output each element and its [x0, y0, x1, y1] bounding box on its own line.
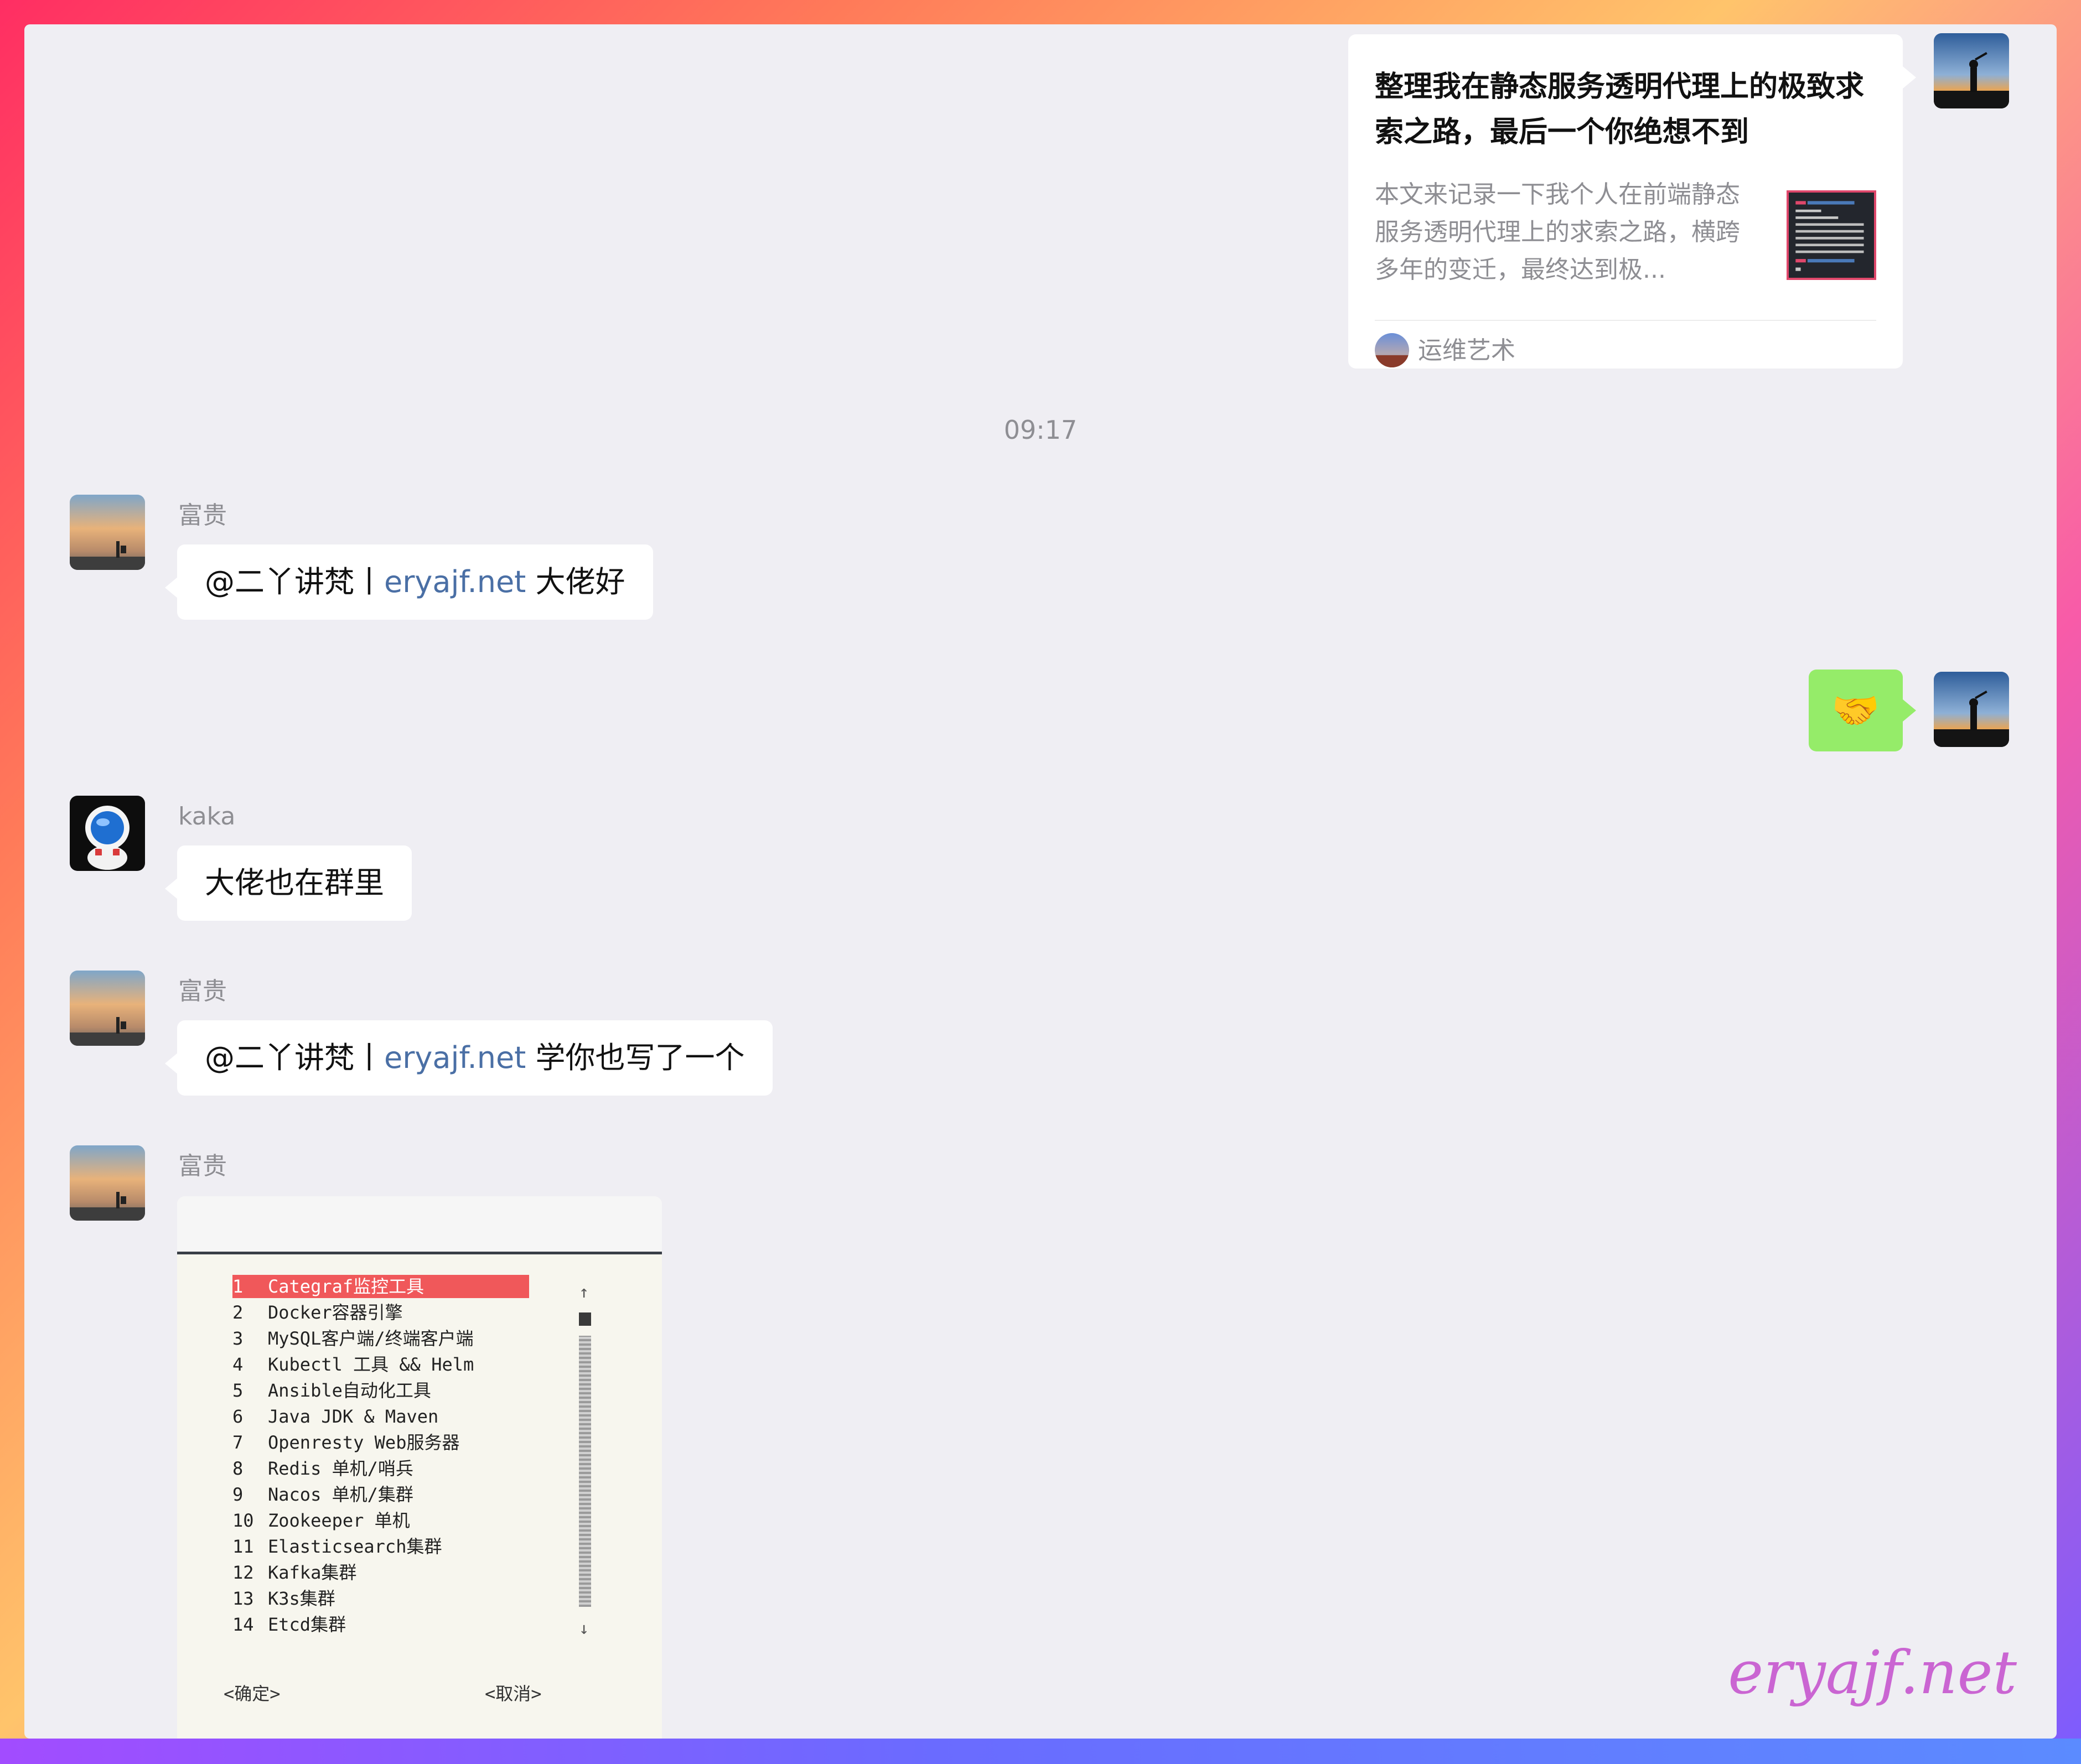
- watermark: eryajf.net: [1728, 1638, 2017, 1708]
- mention-text: @二丫讲梵丨: [205, 564, 384, 599]
- menu-item-label: Openresty Web服务器: [268, 1432, 460, 1453]
- menu-item-number: 10: [232, 1510, 254, 1531]
- article-card[interactable]: 整理我在静态服务透明代理上的极致求索之路，最后一个你绝想不到 本文来记录一下我个…: [1348, 34, 1916, 369]
- menu-item[interactable]: 14 Etcd集群: [232, 1613, 346, 1636]
- menu-item-number: 4: [232, 1354, 244, 1375]
- menu-item-number: 3: [232, 1328, 244, 1349]
- timestamp: 09:17: [1003, 415, 1078, 445]
- menu-item[interactable]: 6 Java JDK & Maven: [232, 1405, 438, 1428]
- menu-item-number: 9: [232, 1484, 244, 1505]
- terminal-header-bar: [177, 1196, 662, 1254]
- message-text: 学你也写了一个: [526, 1040, 745, 1075]
- article-description: 本文来记录一下我个人在前端静态服务透明代理上的求索之路，横跨多年的变迁，最终达到…: [1375, 180, 1740, 284]
- menu-item-label: Kafka集群: [268, 1562, 357, 1583]
- sender-avatar-fugui[interactable]: [70, 495, 145, 570]
- sender-avatar-fugui[interactable]: [70, 971, 145, 1046]
- menu-item-number: 6: [232, 1406, 244, 1427]
- menu-item-label: Zookeeper 单机: [268, 1510, 410, 1531]
- menu-item-number: 12: [232, 1562, 254, 1583]
- menu-item[interactable]: 3 MySQL客户端/终端客户端: [232, 1327, 474, 1350]
- menu-item[interactable]: 10 Zookeeper 单机: [232, 1509, 410, 1532]
- scroll-thumb: [579, 1312, 591, 1326]
- menu-item-number: 11: [232, 1536, 254, 1557]
- source-avatar-icon: [1375, 333, 1409, 367]
- scroll-up-icon: ↑: [579, 1283, 589, 1302]
- desktop-background-band: [0, 1739, 2081, 1764]
- message-text: 大佬也在群里: [205, 865, 384, 900]
- article-thumbnail: [1787, 190, 1876, 280]
- menu-item[interactable]: 8 Redis 单机/哨兵: [232, 1457, 413, 1480]
- sender-name: 富贵: [178, 501, 227, 530]
- article-source-name: 运维艺术: [1418, 336, 1515, 365]
- scroll-down-icon: ↓: [579, 1619, 589, 1638]
- menu-item[interactable]: 2 Docker容器引擎: [232, 1301, 403, 1324]
- chat-window: 整理我在静态服务透明代理上的极致求索之路，最后一个你绝想不到 本文来记录一下我个…: [24, 24, 2057, 1739]
- menu-item-label: Ansible自动化工具: [268, 1380, 431, 1401]
- card-divider: [1375, 320, 1876, 321]
- menu-item-number: 1: [232, 1276, 244, 1297]
- menu-item-label: Nacos 单机/集群: [268, 1484, 413, 1505]
- self-avatar[interactable]: [1934, 33, 2009, 108]
- scroll-track: [579, 1336, 591, 1607]
- menu-item-label: Redis 单机/哨兵: [268, 1458, 413, 1479]
- ok-button[interactable]: <确定>: [224, 1680, 281, 1705]
- menu-item-label: Java JDK & Maven: [268, 1406, 439, 1427]
- message-text: 大佬好: [526, 564, 625, 599]
- menu-item-label: Elasticsearch集群: [268, 1536, 442, 1557]
- handshake-icon: 🤝: [1831, 687, 1880, 733]
- menu-item[interactable]: 4 Kubectl 工具 && Helm: [232, 1353, 474, 1376]
- sender-name: kaka: [178, 802, 236, 831]
- menu-item-number: 8: [232, 1458, 244, 1479]
- article-title: 整理我在静态服务透明代理上的极致求索之路，最后一个你绝想不到: [1375, 70, 1865, 149]
- menu-item-label: Categraf监控工具: [268, 1276, 425, 1297]
- menu-item[interactable]: 13 K3s集群: [232, 1587, 335, 1610]
- self-sticker-bubble[interactable]: 🤝: [1809, 670, 1916, 751]
- sender-name: 富贵: [178, 977, 227, 1005]
- message-bubble[interactable]: 大佬也在群里: [165, 845, 412, 921]
- message-bubble[interactable]: @二丫讲梵丨eryajf.net 大佬好: [165, 544, 653, 620]
- menu-item[interactable]: 5 Ansible自动化工具: [232, 1379, 431, 1402]
- menu-item-label: Etcd集群: [268, 1614, 346, 1635]
- menu-item[interactable]: 11 Elasticsearch集群: [232, 1535, 442, 1558]
- mention-text: @二丫讲梵丨: [205, 1040, 384, 1075]
- self-avatar[interactable]: [1934, 672, 2009, 747]
- menu-item-label: Docker容器引擎: [268, 1302, 403, 1323]
- menu-item[interactable]: 7 Openresty Web服务器: [232, 1431, 459, 1454]
- cancel-button[interactable]: <取消>: [485, 1680, 542, 1705]
- menu-item-number: 7: [232, 1432, 244, 1453]
- menu-item-number: 13: [232, 1588, 254, 1609]
- menu-item-label: MySQL客户端/终端客户端: [268, 1328, 474, 1349]
- terminal-screenshot-image[interactable]: 1 Categraf监控工具 2 Docker容器引擎 3 MySQL客户端/终端客户端 4…: [177, 1196, 662, 1739]
- menu-item[interactable]: 12 Kafka集群: [232, 1561, 356, 1584]
- sender-avatar-fugui[interactable]: [70, 1145, 145, 1221]
- menu-item-number: 2: [232, 1302, 244, 1323]
- menu-item-label: K3s集群: [268, 1588, 335, 1609]
- menu-item-number: 14: [232, 1614, 254, 1635]
- menu-item[interactable]: 9 Nacos 单机/集群: [232, 1483, 413, 1506]
- menu-item[interactable]: 1 Categraf监控工具: [232, 1275, 529, 1298]
- menu-item-number: 5: [232, 1380, 244, 1401]
- message-link[interactable]: eryajf.net: [384, 564, 526, 599]
- message-link[interactable]: eryajf.net: [384, 1040, 526, 1075]
- sender-name: 富贵: [178, 1152, 227, 1180]
- menu-item-label: Kubectl 工具 && Helm: [268, 1354, 474, 1375]
- sender-avatar-kaka[interactable]: [70, 796, 145, 871]
- message-bubble[interactable]: @二丫讲梵丨eryajf.net 学你也写了一个: [165, 1020, 773, 1096]
